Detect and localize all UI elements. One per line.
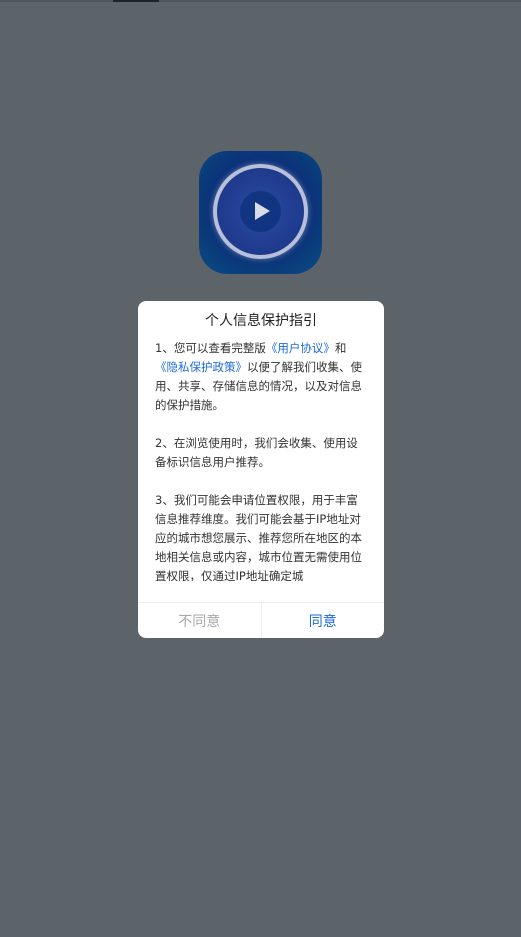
paragraph-3: 3、我们可能会申请位置权限，用于丰富信息推荐维度。我们可能会基于IP地址对应的城… — [155, 493, 362, 581]
user-agreement-link[interactable]: 《用户协议》 — [266, 341, 335, 355]
privacy-dialog: 个人信息保护指引 1、您可以查看完整版《用户协议》和《隐私保护政策》以便了解我们… — [138, 301, 384, 638]
dialog-title: 个人信息保护指引 — [205, 313, 317, 329]
paragraph-1-middle: 和 — [334, 341, 347, 355]
dialog-footer: 不同意 同意 — [138, 602, 384, 638]
dialog-body[interactable]: 1、您可以查看完整版《用户协议》和《隐私保护政策》以便了解我们收集、使用、共享、… — [155, 339, 369, 581]
status-bar — [0, 0, 521, 2]
paragraph-2: 2、在浏览使用时，我们会收集、使用设备标识信息用户推荐。 — [155, 436, 358, 469]
paragraph-1-prefix: 1、您可以查看完整版 — [155, 341, 266, 355]
play-icon — [255, 202, 270, 220]
privacy-policy-link[interactable]: 《隐私保护政策》 — [155, 360, 247, 374]
paragraph-1: 1、您可以查看完整版《用户协议》和《隐私保护政策》以便了解我们收集、使用、共享、… — [155, 339, 369, 415]
video-player-icon — [199, 151, 322, 274]
status-bar-indicator — [113, 0, 159, 2]
disagree-button[interactable]: 不同意 — [138, 603, 262, 638]
agree-button[interactable]: 同意 — [262, 603, 385, 638]
